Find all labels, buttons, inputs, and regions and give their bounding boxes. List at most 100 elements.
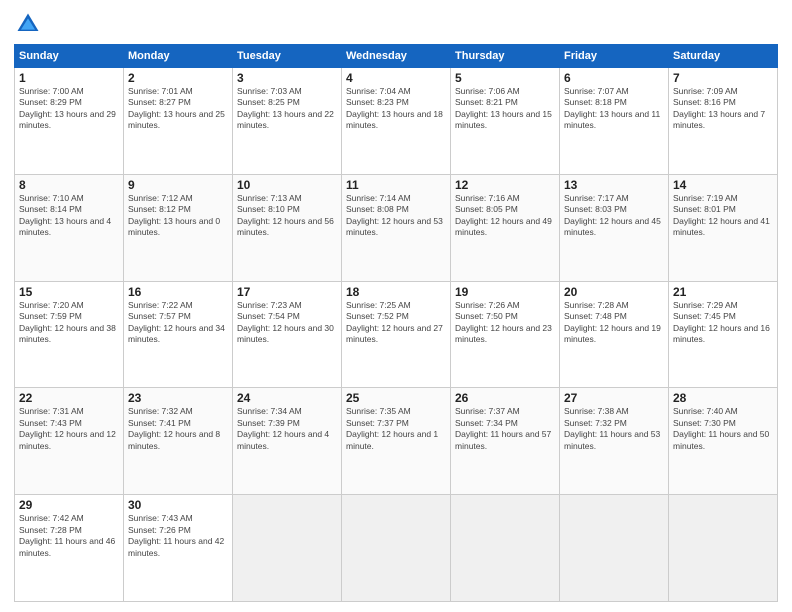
calendar-day-header: Monday bbox=[124, 45, 233, 68]
day-number: 11 bbox=[346, 178, 446, 192]
day-info: Sunrise: 7:32 AMSunset: 7:41 PMDaylight:… bbox=[128, 406, 228, 452]
calendar-day-header: Sunday bbox=[15, 45, 124, 68]
day-info: Sunrise: 7:19 AMSunset: 8:01 PMDaylight:… bbox=[673, 193, 773, 239]
calendar-body: 1Sunrise: 7:00 AMSunset: 8:29 PMDaylight… bbox=[15, 68, 778, 602]
calendar-cell: 23Sunrise: 7:32 AMSunset: 7:41 PMDayligh… bbox=[124, 388, 233, 495]
calendar-cell: 30Sunrise: 7:43 AMSunset: 7:26 PMDayligh… bbox=[124, 495, 233, 602]
day-number: 9 bbox=[128, 178, 228, 192]
day-info: Sunrise: 7:09 AMSunset: 8:16 PMDaylight:… bbox=[673, 86, 773, 132]
calendar-cell bbox=[342, 495, 451, 602]
day-number: 5 bbox=[455, 71, 555, 85]
day-number: 10 bbox=[237, 178, 337, 192]
calendar-cell: 25Sunrise: 7:35 AMSunset: 7:37 PMDayligh… bbox=[342, 388, 451, 495]
day-info: Sunrise: 7:28 AMSunset: 7:48 PMDaylight:… bbox=[564, 300, 664, 346]
day-number: 8 bbox=[19, 178, 119, 192]
calendar-cell: 4Sunrise: 7:04 AMSunset: 8:23 PMDaylight… bbox=[342, 68, 451, 175]
day-number: 30 bbox=[128, 498, 228, 512]
calendar-cell: 6Sunrise: 7:07 AMSunset: 8:18 PMDaylight… bbox=[560, 68, 669, 175]
calendar-cell: 8Sunrise: 7:10 AMSunset: 8:14 PMDaylight… bbox=[15, 174, 124, 281]
day-info: Sunrise: 7:38 AMSunset: 7:32 PMDaylight:… bbox=[564, 406, 664, 452]
calendar-week-row: 15Sunrise: 7:20 AMSunset: 7:59 PMDayligh… bbox=[15, 281, 778, 388]
day-info: Sunrise: 7:29 AMSunset: 7:45 PMDaylight:… bbox=[673, 300, 773, 346]
calendar-cell: 2Sunrise: 7:01 AMSunset: 8:27 PMDaylight… bbox=[124, 68, 233, 175]
day-number: 16 bbox=[128, 285, 228, 299]
calendar-cell: 1Sunrise: 7:00 AMSunset: 8:29 PMDaylight… bbox=[15, 68, 124, 175]
day-number: 25 bbox=[346, 391, 446, 405]
day-info: Sunrise: 7:23 AMSunset: 7:54 PMDaylight:… bbox=[237, 300, 337, 346]
day-info: Sunrise: 7:06 AMSunset: 8:21 PMDaylight:… bbox=[455, 86, 555, 132]
calendar-day-header: Thursday bbox=[451, 45, 560, 68]
day-info: Sunrise: 7:37 AMSunset: 7:34 PMDaylight:… bbox=[455, 406, 555, 452]
calendar-day-header: Saturday bbox=[669, 45, 778, 68]
calendar-day-header: Wednesday bbox=[342, 45, 451, 68]
calendar-header-row: SundayMondayTuesdayWednesdayThursdayFrid… bbox=[15, 45, 778, 68]
day-info: Sunrise: 7:42 AMSunset: 7:28 PMDaylight:… bbox=[19, 513, 119, 559]
calendar-cell: 10Sunrise: 7:13 AMSunset: 8:10 PMDayligh… bbox=[233, 174, 342, 281]
calendar-table: SundayMondayTuesdayWednesdayThursdayFrid… bbox=[14, 44, 778, 602]
calendar-day-header: Friday bbox=[560, 45, 669, 68]
calendar-week-row: 1Sunrise: 7:00 AMSunset: 8:29 PMDaylight… bbox=[15, 68, 778, 175]
day-number: 28 bbox=[673, 391, 773, 405]
calendar-cell: 3Sunrise: 7:03 AMSunset: 8:25 PMDaylight… bbox=[233, 68, 342, 175]
day-number: 2 bbox=[128, 71, 228, 85]
calendar-cell: 22Sunrise: 7:31 AMSunset: 7:43 PMDayligh… bbox=[15, 388, 124, 495]
day-info: Sunrise: 7:35 AMSunset: 7:37 PMDaylight:… bbox=[346, 406, 446, 452]
day-number: 20 bbox=[564, 285, 664, 299]
day-number: 3 bbox=[237, 71, 337, 85]
calendar-week-row: 22Sunrise: 7:31 AMSunset: 7:43 PMDayligh… bbox=[15, 388, 778, 495]
day-info: Sunrise: 7:00 AMSunset: 8:29 PMDaylight:… bbox=[19, 86, 119, 132]
day-number: 1 bbox=[19, 71, 119, 85]
day-info: Sunrise: 7:01 AMSunset: 8:27 PMDaylight:… bbox=[128, 86, 228, 132]
logo bbox=[14, 10, 46, 38]
day-number: 22 bbox=[19, 391, 119, 405]
logo-icon bbox=[14, 10, 42, 38]
calendar-week-row: 29Sunrise: 7:42 AMSunset: 7:28 PMDayligh… bbox=[15, 495, 778, 602]
day-info: Sunrise: 7:40 AMSunset: 7:30 PMDaylight:… bbox=[673, 406, 773, 452]
calendar-week-row: 8Sunrise: 7:10 AMSunset: 8:14 PMDaylight… bbox=[15, 174, 778, 281]
day-info: Sunrise: 7:22 AMSunset: 7:57 PMDaylight:… bbox=[128, 300, 228, 346]
calendar-cell: 17Sunrise: 7:23 AMSunset: 7:54 PMDayligh… bbox=[233, 281, 342, 388]
calendar-cell: 28Sunrise: 7:40 AMSunset: 7:30 PMDayligh… bbox=[669, 388, 778, 495]
day-number: 18 bbox=[346, 285, 446, 299]
calendar-cell bbox=[451, 495, 560, 602]
calendar-cell: 12Sunrise: 7:16 AMSunset: 8:05 PMDayligh… bbox=[451, 174, 560, 281]
day-info: Sunrise: 7:03 AMSunset: 8:25 PMDaylight:… bbox=[237, 86, 337, 132]
calendar-cell: 24Sunrise: 7:34 AMSunset: 7:39 PMDayligh… bbox=[233, 388, 342, 495]
day-number: 29 bbox=[19, 498, 119, 512]
calendar-cell bbox=[233, 495, 342, 602]
day-info: Sunrise: 7:17 AMSunset: 8:03 PMDaylight:… bbox=[564, 193, 664, 239]
calendar-cell: 26Sunrise: 7:37 AMSunset: 7:34 PMDayligh… bbox=[451, 388, 560, 495]
day-number: 6 bbox=[564, 71, 664, 85]
day-number: 21 bbox=[673, 285, 773, 299]
calendar-cell: 9Sunrise: 7:12 AMSunset: 8:12 PMDaylight… bbox=[124, 174, 233, 281]
day-info: Sunrise: 7:07 AMSunset: 8:18 PMDaylight:… bbox=[564, 86, 664, 132]
day-info: Sunrise: 7:12 AMSunset: 8:12 PMDaylight:… bbox=[128, 193, 228, 239]
day-number: 24 bbox=[237, 391, 337, 405]
calendar-cell: 14Sunrise: 7:19 AMSunset: 8:01 PMDayligh… bbox=[669, 174, 778, 281]
day-info: Sunrise: 7:25 AMSunset: 7:52 PMDaylight:… bbox=[346, 300, 446, 346]
day-info: Sunrise: 7:16 AMSunset: 8:05 PMDaylight:… bbox=[455, 193, 555, 239]
calendar-cell: 13Sunrise: 7:17 AMSunset: 8:03 PMDayligh… bbox=[560, 174, 669, 281]
day-number: 27 bbox=[564, 391, 664, 405]
day-number: 23 bbox=[128, 391, 228, 405]
calendar-cell: 11Sunrise: 7:14 AMSunset: 8:08 PMDayligh… bbox=[342, 174, 451, 281]
day-number: 14 bbox=[673, 178, 773, 192]
day-info: Sunrise: 7:26 AMSunset: 7:50 PMDaylight:… bbox=[455, 300, 555, 346]
day-info: Sunrise: 7:31 AMSunset: 7:43 PMDaylight:… bbox=[19, 406, 119, 452]
calendar-cell: 29Sunrise: 7:42 AMSunset: 7:28 PMDayligh… bbox=[15, 495, 124, 602]
day-info: Sunrise: 7:34 AMSunset: 7:39 PMDaylight:… bbox=[237, 406, 337, 452]
day-info: Sunrise: 7:13 AMSunset: 8:10 PMDaylight:… bbox=[237, 193, 337, 239]
header bbox=[14, 10, 778, 38]
day-number: 26 bbox=[455, 391, 555, 405]
day-number: 13 bbox=[564, 178, 664, 192]
calendar-cell: 15Sunrise: 7:20 AMSunset: 7:59 PMDayligh… bbox=[15, 281, 124, 388]
calendar-cell bbox=[669, 495, 778, 602]
calendar-cell: 5Sunrise: 7:06 AMSunset: 8:21 PMDaylight… bbox=[451, 68, 560, 175]
calendar-cell: 19Sunrise: 7:26 AMSunset: 7:50 PMDayligh… bbox=[451, 281, 560, 388]
calendar-cell bbox=[560, 495, 669, 602]
day-info: Sunrise: 7:10 AMSunset: 8:14 PMDaylight:… bbox=[19, 193, 119, 239]
day-info: Sunrise: 7:14 AMSunset: 8:08 PMDaylight:… bbox=[346, 193, 446, 239]
day-number: 7 bbox=[673, 71, 773, 85]
day-info: Sunrise: 7:04 AMSunset: 8:23 PMDaylight:… bbox=[346, 86, 446, 132]
day-number: 15 bbox=[19, 285, 119, 299]
